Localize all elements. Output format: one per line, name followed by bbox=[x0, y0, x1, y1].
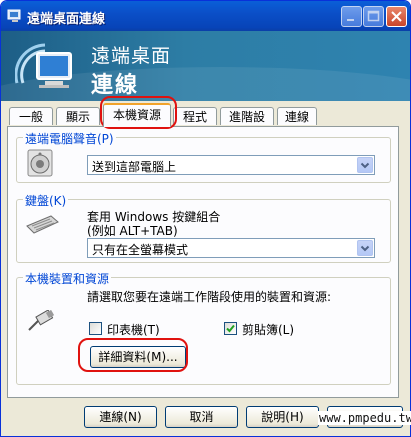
connect-button[interactable]: 連線(N) bbox=[84, 406, 157, 428]
sound-group: 遠端電腦聲音(P) 送到這部電腦上 bbox=[16, 130, 391, 183]
keyboard-select[interactable]: 只有在全螢幕模式 bbox=[87, 238, 375, 258]
tab-connection[interactable]: 連線 bbox=[277, 107, 317, 125]
printers-checkbox[interactable] bbox=[89, 322, 102, 335]
checkmark-icon bbox=[226, 324, 235, 333]
tab-strip: 一般 顯示 本機資源 程式集 進階設定 連線 bbox=[1, 101, 410, 142]
chevron-down-icon[interactable] bbox=[357, 240, 373, 256]
sound-group-label: 遠端電腦聲音(P) bbox=[23, 130, 116, 147]
usb-plug-icon bbox=[27, 309, 55, 335]
title-bar[interactable]: 遠端桌面連線 bbox=[1, 1, 410, 31]
details-button[interactable]: 詳細資料(M)... bbox=[90, 346, 186, 368]
keyboard-select-value: 只有在全螢幕模式 bbox=[92, 243, 189, 257]
chevron-down-icon[interactable] bbox=[357, 157, 373, 173]
local-devices-description: 請選取您要在遠端工作階段使用的裝置和資源: bbox=[87, 290, 332, 304]
sound-select[interactable]: 送到這部電腦上 bbox=[87, 155, 375, 175]
tab-display[interactable]: 顯示 bbox=[56, 107, 100, 125]
window-title: 遠端桌面連線 bbox=[27, 12, 106, 27]
cancel-button[interactable]: 取消 bbox=[165, 406, 238, 428]
keyboard-group: 鍵盤(K) 套用 Windows 按鍵組合 (例如 ALT+TAB) 只有在全螢… bbox=[16, 192, 391, 263]
keyboard-group-label: 鍵盤(K) bbox=[23, 192, 69, 209]
tab-advanced[interactable]: 進階設定 bbox=[220, 107, 274, 142]
close-button[interactable] bbox=[386, 6, 407, 27]
minimize-button[interactable] bbox=[341, 6, 362, 27]
remote-desktop-app-icon bbox=[7, 8, 23, 24]
keyboard-description-line2: (例如 ALT+TAB) bbox=[87, 224, 178, 238]
printers-label[interactable]: 印表機(T) bbox=[107, 321, 160, 338]
tab-local-resources[interactable]: 本機資源 bbox=[103, 103, 171, 127]
local-resources-panel: 遠端電腦聲音(P) 送到這部電腦上 鍵盤(K) 套用 Windows 按鍵組合 … bbox=[7, 126, 399, 398]
tab-general[interactable]: 一般 bbox=[9, 107, 53, 125]
remote-desktop-logo-icon bbox=[14, 39, 77, 100]
remote-desktop-window: 遠端桌面連線 遠端桌面 連線 一般 顯示 本機資源 程式 進階設 連線 遠端電腦… bbox=[0, 0, 411, 437]
clipboard-label[interactable]: 剪貼簿(L) bbox=[242, 321, 294, 338]
maximize-button[interactable] bbox=[363, 6, 384, 27]
banner-title-line1: 遠端桌面 bbox=[91, 45, 172, 67]
keyboard-icon bbox=[25, 212, 59, 237]
sound-select-value: 送到這部電腦上 bbox=[92, 160, 177, 174]
speaker-icon bbox=[25, 148, 55, 181]
help-button[interactable]: 說明(H) bbox=[246, 406, 319, 428]
tab-programs[interactable]: 程式集 bbox=[173, 107, 217, 142]
local-devices-group: 本機裝置和資源 請選取您要在遠端工作階段使用的裝置和資源: 印表機(T) 剪貼簿… bbox=[16, 270, 391, 385]
clipboard-checkbox[interactable] bbox=[224, 322, 237, 335]
banner: 遠端桌面 連線 bbox=[1, 31, 410, 101]
watermark: www.pmpedu.tw bbox=[318, 411, 411, 425]
local-devices-group-label: 本機裝置和資源 bbox=[23, 270, 112, 287]
banner-title-line2: 連線 bbox=[91, 73, 140, 98]
